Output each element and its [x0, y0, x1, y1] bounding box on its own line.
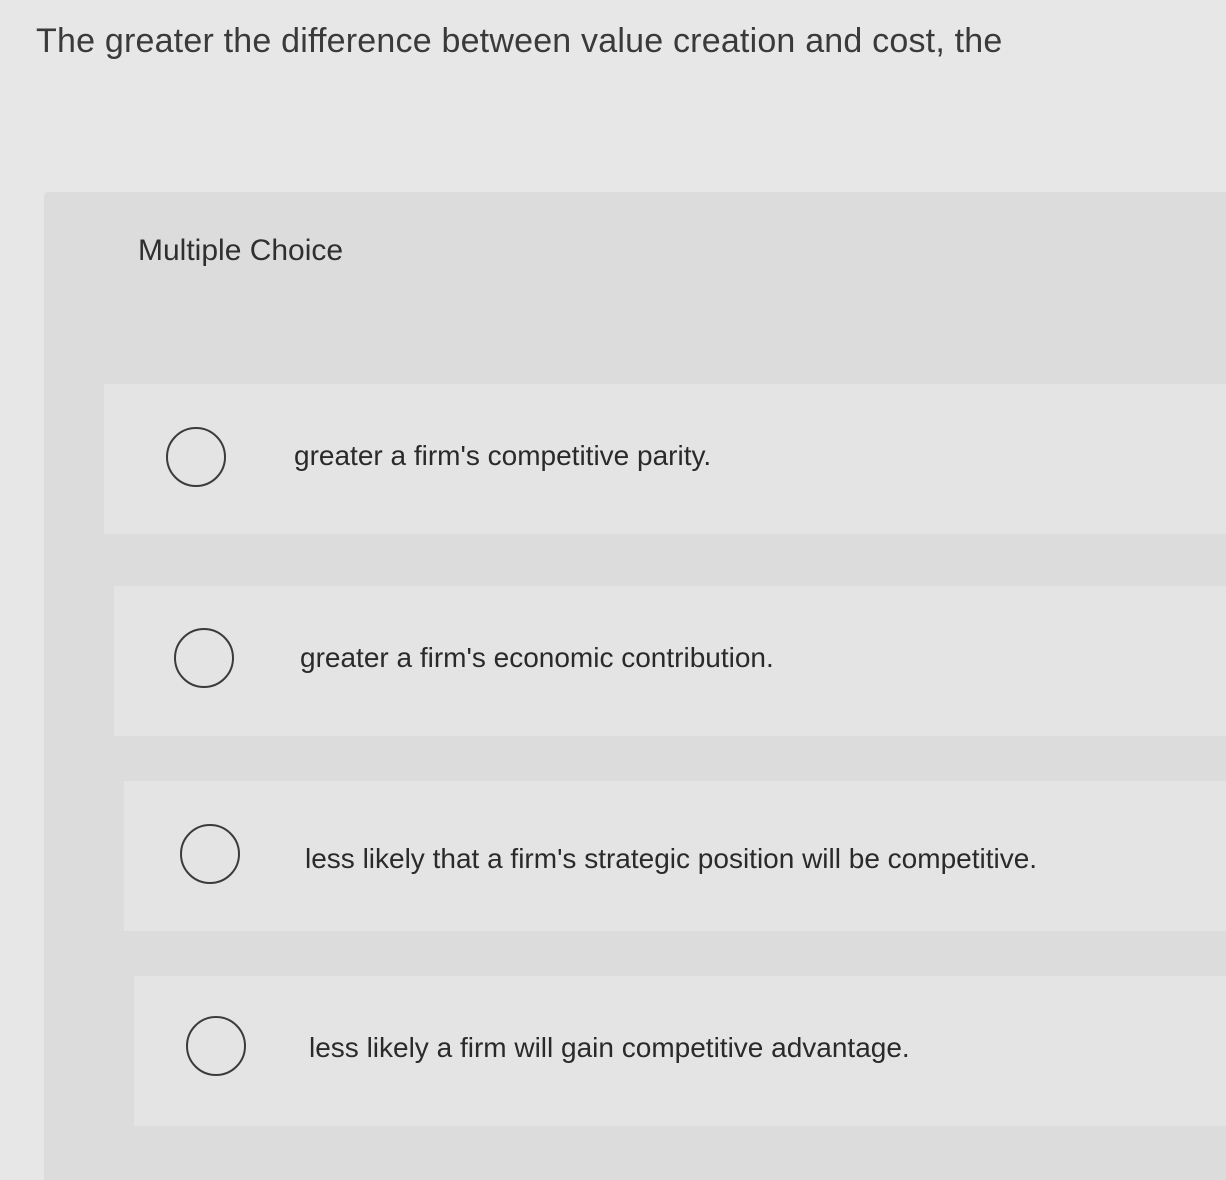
multiple-choice-panel: Multiple Choice greater a firm's competi… — [44, 192, 1226, 1180]
answer-option-2[interactable]: greater a firm's economic contribution. — [114, 586, 1226, 736]
answer-option-3-label: less likely that a firm's strategic posi… — [305, 843, 1038, 874]
radio-button-option-1[interactable] — [166, 427, 226, 487]
answer-option-1-label: greater a firm's competitive parity. — [294, 440, 712, 471]
answer-option-4-label: less likely a firm will gain competitive… — [309, 1032, 910, 1063]
answer-option-4[interactable]: less likely a firm will gain competitive… — [134, 976, 1226, 1126]
question-text: The greater the difference between value… — [36, 22, 1003, 60]
radio-button-option-2[interactable] — [174, 628, 234, 688]
answer-option-2-label: greater a firm's economic contribution. — [300, 642, 774, 673]
multiple-choice-label: Multiple Choice — [138, 234, 344, 267]
answer-option-1[interactable]: greater a firm's competitive parity. — [104, 384, 1226, 534]
radio-button-option-3[interactable] — [180, 824, 240, 884]
answer-option-3[interactable]: less likely that a firm's strategic posi… — [124, 781, 1226, 931]
radio-button-option-4[interactable] — [186, 1016, 246, 1076]
